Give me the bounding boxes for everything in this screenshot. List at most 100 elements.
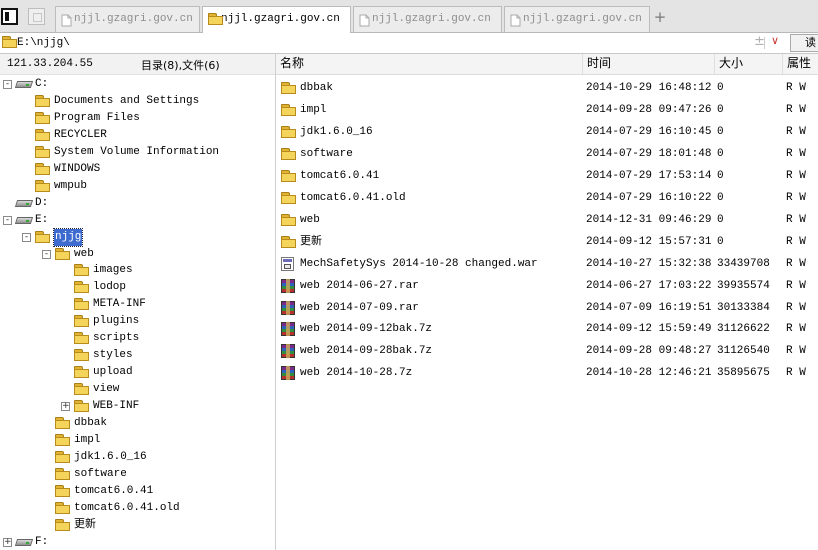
tree-node-label: lodop: [93, 281, 127, 294]
column-header-attr[interactable]: 属性: [782, 54, 818, 74]
read-button[interactable]: 读: [790, 34, 818, 52]
file-attr: R W: [786, 213, 806, 226]
file-row[interactable]: software 2014-07-29 18:01:48 0 R W: [276, 143, 818, 165]
tab-4[interactable]: njjl.gzagri.gov.cn: [504, 6, 650, 32]
tree-node[interactable]: lodop: [0, 279, 275, 296]
file-row[interactable]: tomcat6.0.41.old 2014-07-29 16:10:22 0 R W: [276, 187, 818, 209]
tree-node[interactable]: plugins: [0, 313, 275, 330]
column-header-size[interactable]: 大小: [714, 54, 782, 74]
file-row[interactable]: tomcat6.0.41 2014-07-29 17:53:14 0 R W: [276, 165, 818, 187]
tree-node[interactable]: + F:: [0, 534, 275, 550]
tree-node[interactable]: + WEB-INF: [0, 398, 275, 415]
tree-node[interactable]: software: [0, 466, 275, 483]
chevron-down-icon[interactable]: ∨: [771, 34, 779, 47]
file-row[interactable]: web 2014-12-31 09:46:29 0 R W: [276, 209, 818, 231]
file-time: 2014-07-29 16:10:45: [586, 125, 712, 138]
tree-node[interactable]: RECYCLER: [0, 127, 275, 144]
panel-toggle-button[interactable]: [1, 8, 18, 25]
tree-node-label: tomcat6.0.41.old: [74, 501, 180, 514]
tab-1[interactable]: njjl.gzagri.gov.cn: [55, 6, 200, 32]
new-tab-button[interactable]: +: [652, 8, 668, 26]
file-row[interactable]: web 2014-09-12bak.7z 2014-09-12 15:59:49 3…: [276, 318, 818, 340]
tree-node[interactable]: tomcat6.0.41: [0, 483, 275, 500]
folder-icon: [74, 349, 89, 362]
file-time: 2014-07-29 17:53:14: [586, 169, 712, 182]
tree-node[interactable]: 更新: [0, 517, 275, 534]
tree-node[interactable]: - C:: [0, 76, 275, 93]
file-row[interactable]: dbbak 2014-10-29 16:48:12 0 R W: [276, 77, 818, 99]
file-row[interactable]: MechSafetySys 2014-10-28 changed.war 2014…: [276, 253, 818, 275]
folder-icon: [55, 501, 70, 514]
tree-node[interactable]: - E:: [0, 212, 275, 229]
tab-2-active[interactable]: njjl.gzagri.gov.cn: [202, 6, 351, 33]
tree-node[interactable]: - web: [0, 246, 275, 263]
file-row[interactable]: 更新 2014-09-12 15:57:31 0 R W: [276, 231, 818, 253]
file-size: 0: [717, 82, 724, 94]
war-file-icon: [281, 256, 294, 271]
collapse-icon[interactable]: -: [3, 215, 12, 225]
blank-tab[interactable]: [28, 8, 45, 25]
file-row[interactable]: web 2014-06-27.rar 2014-06-27 17:03:22 399…: [276, 275, 818, 297]
expand-icon[interactable]: +: [61, 402, 70, 412]
tree-node-label: jdk1.6.0_16: [74, 450, 147, 463]
file-row[interactable]: jdk1.6.0_16 2014-07-29 16:10:45 0 R W: [276, 121, 818, 143]
tree-node[interactable]: tomcat6.0.41.old: [0, 500, 275, 517]
folder-icon: [55, 247, 70, 260]
tree-node[interactable]: - njjg: [0, 227, 275, 247]
file-size: 33439708: [717, 257, 770, 270]
tree-node[interactable]: styles: [0, 347, 275, 364]
page-icon: [359, 13, 370, 32]
tree-node[interactable]: upload: [0, 364, 275, 381]
file-name: web 2014-09-12bak.7z: [300, 323, 433, 336]
expand-icon[interactable]: +: [3, 537, 12, 547]
tree-node-label: wmpub: [54, 179, 88, 192]
tree-node-label: WEB-INF: [93, 400, 140, 413]
folder-icon: [2, 36, 17, 48]
file-size: 31126622: [717, 323, 770, 336]
column-header-name[interactable]: 名称: [276, 54, 582, 74]
tree-node[interactable]: Program Files: [0, 110, 275, 127]
tree-node-label: upload: [93, 366, 133, 379]
file-size: 0: [717, 169, 724, 182]
tree-node-label: impl: [74, 433, 101, 446]
folder-icon: [208, 13, 223, 25]
tree-node-label: C:: [35, 78, 49, 90]
collapse-icon[interactable]: -: [42, 249, 51, 259]
tree-node[interactable]: scripts: [0, 330, 275, 347]
collapse-icon[interactable]: -: [22, 232, 31, 242]
tree-node[interactable]: jdk1.6.0_16: [0, 449, 275, 466]
tree-node[interactable]: Documents and Settings: [0, 93, 275, 110]
drive-icon: [16, 80, 32, 89]
tree-node[interactable]: images: [0, 262, 275, 279]
tree-node[interactable]: WINDOWS: [0, 161, 275, 178]
page-icon: [61, 13, 72, 32]
tree-node[interactable]: dbbak: [0, 415, 275, 432]
collapse-icon[interactable]: -: [3, 80, 12, 89]
tree-node-label: dbbak: [74, 417, 108, 429]
dir-file-count: 目录(8),文件(6): [141, 59, 220, 72]
address-input[interactable]: [17, 33, 757, 53]
winrar-archive-icon: [281, 300, 295, 315]
file-row[interactable]: impl 2014-09-28 09:47:26 0 R W: [276, 99, 818, 121]
file-row[interactable]: web 2014-09-28bak.7z 2014-09-28 09:48:27 3…: [276, 340, 818, 362]
file-list-panel: 名称 时间 大小 属性 dbbak 2014-10-29 16:48:12 0 R W…: [276, 54, 818, 550]
folder-icon: [55, 450, 70, 463]
tree-node[interactable]: System Volume Information: [0, 144, 275, 161]
file-row[interactable]: web 2014-10-28.7z 2014-10-28 12:46:21 3589…: [276, 362, 818, 384]
file-row[interactable]: web 2014-07-09.rar 2014-07-09 16:19:51 301…: [276, 297, 818, 319]
tab-3[interactable]: njjl.gzagri.gov.cn: [353, 6, 502, 32]
tree-node[interactable]: wmpub: [0, 178, 275, 195]
tree-node-label: META-INF: [93, 298, 146, 311]
folder-icon: [35, 162, 50, 175]
file-attr: R W: [786, 235, 806, 248]
column-header-time[interactable]: 时间: [582, 54, 714, 74]
tree-node-label: Program Files: [54, 111, 140, 124]
tree-node[interactable]: D:: [0, 195, 275, 212]
file-name: 更新: [300, 235, 322, 248]
folder-icon: [281, 147, 296, 160]
tree-node[interactable]: META-INF: [0, 296, 275, 313]
tree-node[interactable]: view: [0, 381, 275, 398]
tree-node-label: scripts: [93, 332, 140, 345]
address-bar: ± ∨ 读: [0, 33, 818, 54]
tree-node[interactable]: impl: [0, 432, 275, 449]
